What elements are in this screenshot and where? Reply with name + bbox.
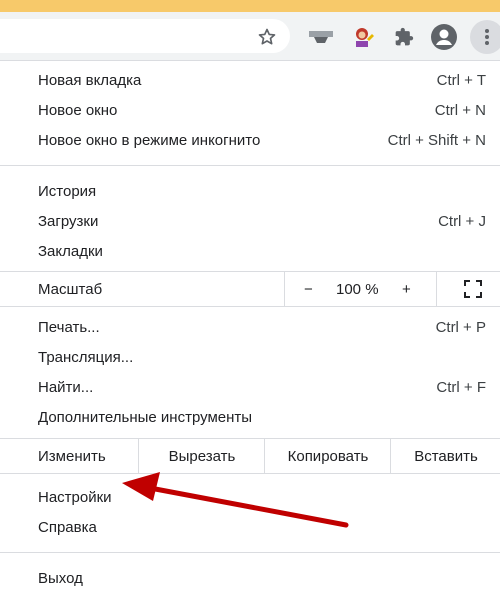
chrome-main-menu: Новая вкладка Ctrl + T Новое окно Ctrl +…	[0, 61, 500, 593]
zoom-out-button[interactable]: −	[304, 281, 313, 298]
menu-item-label: Закладки	[38, 242, 103, 260]
menu-item-bookmarks[interactable]: Закладки	[0, 236, 500, 266]
menu-item-downloads[interactable]: Загрузки Ctrl + J	[0, 206, 500, 236]
extension-1-icon[interactable]	[308, 27, 334, 47]
window-top-strip	[0, 0, 500, 12]
edit-label: Изменить	[38, 447, 106, 465]
menu-item-incognito-window[interactable]: Новое окно в режиме инкогнито Ctrl + Shi…	[0, 125, 500, 155]
menu-item-label: Справка	[38, 518, 97, 536]
zoom-level: 100 %	[336, 280, 379, 298]
cut-button[interactable]: Вырезать	[138, 439, 265, 473]
menu-item-more-tools[interactable]: Дополнительные инструменты	[0, 402, 500, 432]
edit-row: Изменить Вырезать Копировать Вставить	[0, 438, 500, 474]
menu-item-shortcut: Ctrl + N	[434, 101, 486, 119]
menu-item-shortcut: Ctrl + T	[436, 71, 486, 89]
menu-item-label: Новое окно	[38, 101, 118, 119]
menu-item-label: Дополнительные инструменты	[38, 408, 253, 426]
menu-item-label: Загрузки	[38, 212, 99, 230]
star-icon[interactable]	[255, 26, 279, 48]
menu-item-find[interactable]: Найти... Ctrl + F	[0, 372, 500, 402]
menu-item-new-tab[interactable]: Новая вкладка Ctrl + T	[0, 65, 500, 95]
zoom-in-button[interactable]: +	[402, 281, 411, 298]
zoom-label: Масштаб	[38, 280, 103, 298]
zoom-controls: − 100 % +	[284, 272, 500, 306]
copy-button[interactable]: Копировать	[264, 439, 391, 473]
menu-item-label: Настройки	[38, 488, 112, 506]
paste-button[interactable]: Вставить	[390, 439, 500, 473]
menu-item-print[interactable]: Печать... Ctrl + P	[0, 312, 500, 342]
zoom-row: Масштаб − 100 % +	[0, 271, 500, 307]
extension-2-icon[interactable]	[350, 24, 376, 50]
menu-item-label: Новое окно в режиме инкогнито	[38, 131, 261, 149]
avatar-icon[interactable]	[430, 23, 458, 51]
menu-item-exit[interactable]: Выход	[0, 563, 500, 593]
menu-item-shortcut: Ctrl + F	[436, 378, 486, 396]
menu-item-label: Выход	[38, 569, 83, 587]
menu-item-label: Найти...	[38, 378, 94, 396]
menu-item-cast[interactable]: Трансляция...	[0, 342, 500, 372]
menu-item-history[interactable]: История	[0, 176, 500, 206]
menu-divider	[0, 165, 500, 166]
menu-item-label: Печать...	[38, 318, 100, 336]
menu-item-label: История	[38, 182, 97, 200]
menu-item-label: Трансляция...	[38, 348, 134, 366]
address-bar[interactable]	[0, 19, 290, 53]
kebab-menu-icon[interactable]	[470, 20, 500, 54]
menu-item-new-window[interactable]: Новое окно Ctrl + N	[0, 95, 500, 125]
menu-item-label: Новая вкладка	[38, 71, 142, 89]
browser-toolbar	[0, 12, 500, 61]
menu-item-settings[interactable]: Настройки	[0, 482, 500, 512]
menu-divider	[0, 552, 500, 553]
puzzle-icon[interactable]	[392, 25, 416, 49]
menu-item-shortcut: Ctrl + Shift + N	[387, 131, 486, 149]
fullscreen-icon[interactable]	[464, 280, 482, 298]
menu-item-shortcut: Ctrl + J	[438, 212, 486, 230]
menu-item-help[interactable]: Справка	[0, 512, 500, 542]
menu-item-shortcut: Ctrl + P	[435, 318, 486, 336]
